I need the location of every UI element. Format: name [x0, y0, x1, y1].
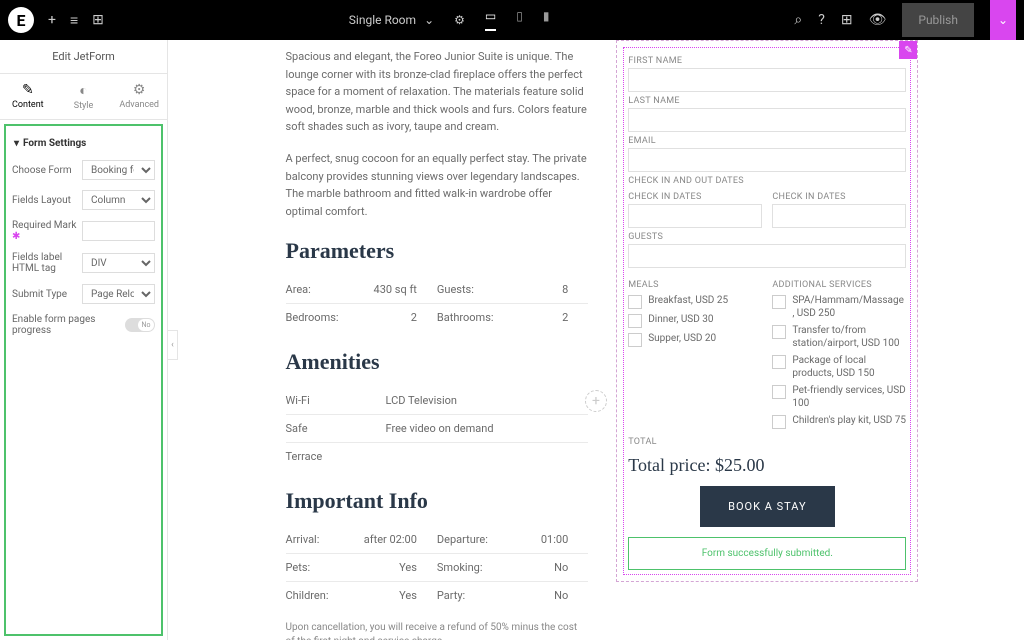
chevron-down-icon: ⌄: [424, 13, 434, 27]
tab-content[interactable]: ✎Content: [0, 74, 56, 119]
desktop-icon[interactable]: ▭: [485, 9, 496, 31]
content-column: Spacious and elegant, the Foreo Junior S…: [266, 40, 609, 640]
description-2: A perfect, snug cocoon for an equally pe…: [286, 150, 589, 220]
cancellation-note: Upon cancellation, you will receive a re…: [286, 621, 589, 640]
html-tag-select[interactable]: DIV: [82, 253, 155, 273]
guests-label: GUESTS: [628, 232, 906, 242]
main: Edit JetForm ✎Content ◐Style ⚙Advanced ▾…: [0, 40, 1024, 640]
dinner-checkbox[interactable]: Dinner, USD 30: [628, 313, 762, 328]
choose-form-select[interactable]: Booking form: [82, 160, 155, 180]
package-checkbox[interactable]: Package of local products, USD 150: [772, 354, 906, 380]
description-1: Spacious and elegant, the Foreo Junior S…: [286, 48, 589, 136]
book-button[interactable]: BOOK A STAY: [700, 486, 834, 527]
first-name-label: FIRST NAME: [628, 56, 906, 66]
spa-checkbox[interactable]: SPA/Hammam/Massage , USD 250: [772, 294, 906, 320]
fields-layout-select[interactable]: Column: [82, 190, 155, 210]
pages-progress-label: Enable form pages progress: [12, 314, 125, 336]
help-icon[interactable]: ?: [818, 12, 825, 28]
pet-checkbox[interactable]: Pet-friendly services, USD 100: [772, 384, 906, 410]
pages-progress-toggle[interactable]: No: [125, 318, 155, 332]
info-heading: Important Info: [286, 488, 589, 514]
add-icon[interactable]: +: [48, 12, 56, 28]
checkin-input[interactable]: [628, 204, 762, 228]
last-name-label: LAST NAME: [628, 96, 906, 106]
amenities-table: Wi-FiLCD Television SafeFree video on de…: [286, 387, 589, 470]
form-outline: FIRST NAME LAST NAME EMAIL CHECK IN AND …: [623, 47, 911, 575]
parameters-heading: Parameters: [286, 238, 589, 264]
device-switcher: ▭ ▯ ▮: [485, 9, 550, 31]
required-mark-label: Required Mark ✱: [12, 220, 82, 242]
submit-type-label: Submit Type: [12, 289, 82, 300]
choose-form-label: Choose Form: [12, 165, 82, 176]
email-label: EMAIL: [628, 136, 906, 146]
topbar-left: E + ≡ ⊞: [8, 7, 104, 33]
transfer-checkbox[interactable]: Transfer to/from station/airport, USD 10…: [772, 324, 906, 350]
first-name-input[interactable]: [628, 68, 906, 92]
search-icon[interactable]: ⌕: [794, 12, 802, 28]
canvas: Spacious and elegant, the Foreo Junior S…: [168, 40, 1024, 640]
play-checkbox[interactable]: Children's play kit, USD 75: [772, 414, 906, 429]
topbar: E + ≡ ⊞ Single Room ⌄ ⚙ ▭ ▯ ▮ ⌕ ? ⊞ 👁 Pu…: [0, 0, 1024, 40]
sidebar: Edit JetForm ✎Content ◐Style ⚙Advanced ▾…: [0, 40, 168, 640]
page-selector[interactable]: Single Room ⌄ ⚙: [349, 13, 465, 27]
tab-advanced[interactable]: ⚙Advanced: [111, 74, 167, 119]
checkout-input[interactable]: [772, 204, 906, 228]
gear-icon[interactable]: ⚙: [454, 13, 465, 27]
structure-icon[interactable]: ⊞: [92, 12, 104, 28]
topbar-center: Single Room ⌄ ⚙ ▭ ▯ ▮: [104, 9, 795, 31]
edit-widget-icon[interactable]: ✎: [899, 41, 917, 59]
preview-icon[interactable]: 👁: [869, 12, 887, 28]
section-form-settings[interactable]: ▾Form Settings: [12, 132, 155, 155]
add-section-handle[interactable]: +: [585, 390, 607, 412]
success-message: Form successfully submitted.: [628, 537, 906, 570]
gear-icon: ⚙: [133, 82, 146, 98]
link-icon: ✱: [12, 231, 20, 242]
last-name-input[interactable]: [628, 108, 906, 132]
tablet-icon[interactable]: ▯: [516, 9, 523, 31]
form-column: ✎ FIRST NAME LAST NAME EMAIL CHECK IN AN…: [608, 40, 926, 640]
breakfast-checkbox[interactable]: Breakfast, USD 25: [628, 294, 762, 309]
gift-icon[interactable]: ⊞: [841, 12, 853, 28]
html-tag-label: Fields label HTML tag: [12, 252, 82, 274]
mobile-icon[interactable]: ▮: [543, 9, 550, 31]
elementor-logo[interactable]: E: [8, 7, 34, 33]
required-mark-input[interactable]: [82, 221, 155, 241]
total-label: TOTAL: [628, 437, 906, 447]
topbar-right: ⌕ ? ⊞ 👁 Publish ⌄: [794, 0, 1016, 40]
tab-style[interactable]: ◐Style: [56, 74, 112, 119]
amenities-heading: Amenities: [286, 349, 589, 375]
fields-layout-label: Fields Layout: [12, 195, 82, 206]
contrast-icon: ◐: [79, 82, 87, 99]
form-widget[interactable]: ✎ FIRST NAME LAST NAME EMAIL CHECK IN AN…: [616, 40, 918, 582]
supper-checkbox[interactable]: Supper, USD 20: [628, 332, 762, 347]
expand-button[interactable]: ⌄: [990, 0, 1016, 40]
sidebar-title: Edit JetForm: [0, 40, 167, 74]
sidebar-tabs: ✎Content ◐Style ⚙Advanced: [0, 74, 167, 120]
page-name: Single Room: [349, 13, 416, 27]
check-dates-label: CHECK IN AND OUT DATES: [628, 176, 906, 186]
info-table: Arrival:after 02:00Departure:01:00 Pets:…: [286, 526, 589, 609]
guests-input[interactable]: [628, 244, 906, 268]
settings-icon[interactable]: ≡: [70, 12, 78, 29]
submit-type-select[interactable]: Page Reload: [82, 284, 155, 304]
caret-icon: ▾: [14, 138, 19, 149]
sidebar-body: ▾Form Settings Choose FormBooking form F…: [4, 124, 163, 636]
pencil-icon: ✎: [22, 82, 34, 98]
email-input[interactable]: [628, 148, 906, 172]
publish-button[interactable]: Publish: [902, 3, 974, 37]
parameters-table: Area:430 sq ftGuests:8 Bedrooms:2Bathroo…: [286, 276, 589, 331]
total-price: Total price: $25.00: [628, 455, 906, 476]
